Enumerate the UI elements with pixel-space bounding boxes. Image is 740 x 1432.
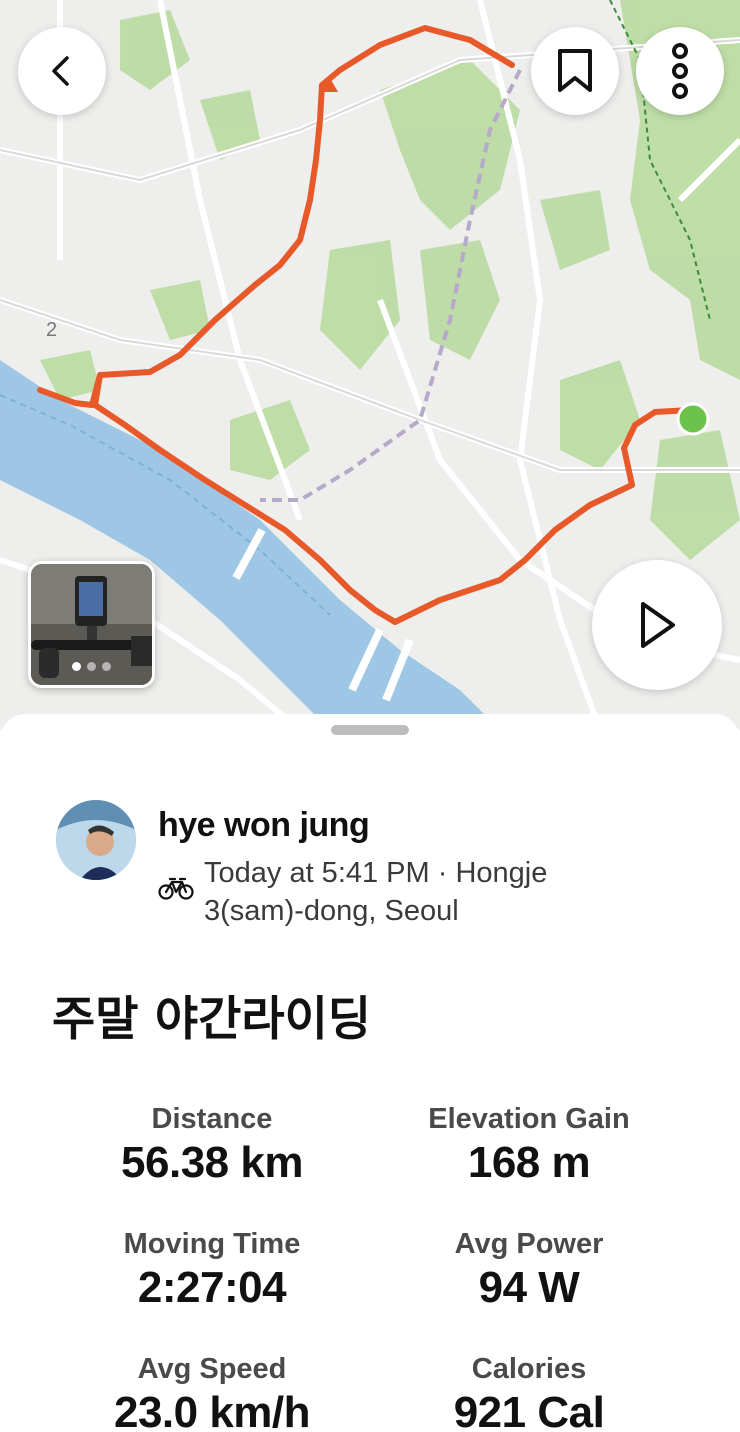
stat-elevation-gain: Elevation Gain 168 m (364, 1102, 694, 1190)
avatar[interactable] (56, 800, 136, 880)
road-label: 2 (46, 319, 57, 341)
pager-dot (72, 662, 81, 671)
stat-value: 23.0 km/h (113, 1388, 311, 1432)
stat-value: 168 m (467, 1138, 591, 1187)
activity-meta-line2: 3(sam)-dong, Seoul (204, 895, 459, 927)
stat-label: Avg Speed (137, 1353, 287, 1385)
stat-value: 921 Cal (453, 1388, 605, 1432)
stat-label: Distance (151, 1103, 273, 1135)
chevron-left-icon (52, 56, 69, 86)
stat-avg-speed: Avg Speed 23.0 km/h (47, 1352, 377, 1432)
user-name[interactable]: hye won jung (158, 806, 370, 845)
stat-label: Elevation Gain (428, 1103, 630, 1135)
more-vertical-icon (672, 43, 688, 99)
stat-calories: Calories 921 Cal (364, 1352, 694, 1432)
photo-thumbnail[interactable] (28, 561, 155, 688)
pager-dot (102, 662, 111, 671)
play-icon (641, 602, 675, 648)
stat-value: 56.38 km (121, 1138, 303, 1187)
route-map[interactable]: 2 (0, 0, 740, 730)
activity-title: 주말 야간라이딩 (52, 992, 372, 1047)
bookmark-button[interactable] (531, 27, 619, 115)
bicycle-icon (158, 877, 194, 900)
back-button[interactable] (18, 27, 106, 115)
play-flyover-button[interactable] (592, 560, 722, 690)
avatar-image (56, 800, 136, 880)
sheet-drag-handle[interactable] (331, 725, 409, 735)
stat-value: 94 W (478, 1263, 580, 1312)
stat-moving-time: Moving Time 2:27:04 (47, 1227, 377, 1315)
stat-value: 2:27:04 (137, 1263, 287, 1312)
stat-label: Calories (471, 1353, 587, 1385)
activity-meta-line1: Today at 5:41 PM · Hongje (204, 857, 548, 889)
start-marker (676, 402, 710, 436)
stat-distance: Distance 56.38 km (47, 1102, 377, 1190)
stat-label: Avg Power (454, 1228, 604, 1260)
pager-dot (87, 662, 96, 671)
activity-sheet: hye won jung Today at 5:41 PM · Hongje 3… (0, 714, 740, 1432)
stat-label: Moving Time (123, 1228, 301, 1260)
activity-meta: Today at 5:41 PM · Hongje 3(sam)-dong, S… (204, 854, 624, 930)
more-options-button[interactable] (636, 27, 724, 115)
stat-avg-power: Avg Power 94 W (364, 1227, 694, 1315)
photo-pager-dots (31, 662, 152, 671)
bookmark-icon (558, 49, 592, 92)
